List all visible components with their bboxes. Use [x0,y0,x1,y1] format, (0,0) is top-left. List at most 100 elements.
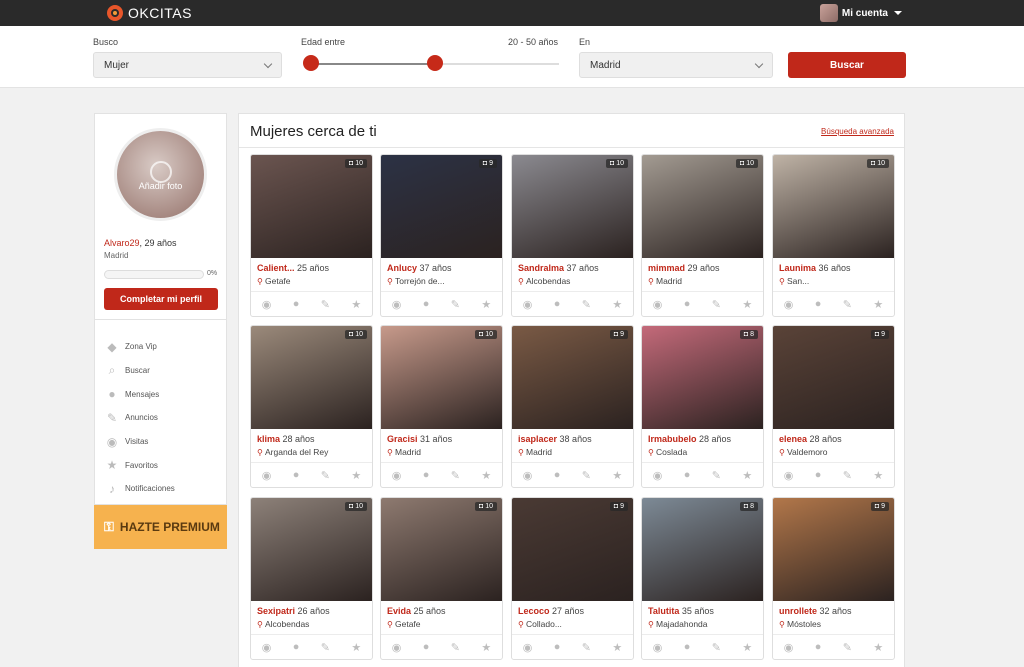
profile-name[interactable]: isaplacer [518,434,557,444]
premium-button[interactable]: ⚿ HAZTE PREMIUM [94,505,227,549]
star-icon[interactable]: ★ [742,469,752,482]
eye-icon[interactable]: ◉ [784,298,794,311]
profile-name[interactable]: Talutita [648,606,679,616]
eye-icon[interactable]: ◉ [784,469,794,482]
profile-name[interactable]: elenea [779,434,807,444]
chat-icon[interactable]: ● [815,298,822,310]
profile-card-item[interactable]: ◘ 10 Evida 25 años ⚲ Getafe ◉ ● ✎ ★ [380,497,503,660]
pin-icon[interactable]: ✎ [582,298,591,311]
profile-photo[interactable]: ◘ 10 [512,155,633,258]
profile-name[interactable]: Anlucy [387,263,417,273]
eye-icon[interactable]: ◉ [653,641,663,654]
eye-icon[interactable]: ◉ [262,298,272,311]
profile-photo[interactable]: ◘ 9 [512,498,633,601]
chat-icon[interactable]: ● [554,469,561,481]
star-icon[interactable]: ★ [351,298,361,311]
profile-card-item[interactable]: ◘ 9 unrollete 32 años ⚲ Móstoles ◉ ● ✎ ★ [772,497,895,660]
chat-icon[interactable]: ● [684,641,691,653]
star-icon[interactable]: ★ [481,298,491,311]
pin-icon[interactable]: ✎ [451,469,460,482]
eye-icon[interactable]: ◉ [523,469,533,482]
profile-photo[interactable]: ◘ 9 [773,326,894,429]
chat-icon[interactable]: ● [293,298,300,310]
pin-icon[interactable]: ✎ [451,641,460,654]
profile-card-item[interactable]: ◘ 9 elenea 28 años ⚲ Valdemoro ◉ ● ✎ ★ [772,325,895,488]
eye-icon[interactable]: ◉ [653,469,663,482]
profile-photo[interactable]: ◘ 10 [381,326,502,429]
profile-photo[interactable]: ◘ 10 [251,498,372,601]
sidebar-item-visitas[interactable]: ◉ Visitas [95,430,226,454]
profile-name[interactable]: Sandralma [518,263,564,273]
profile-photo[interactable]: ◘ 9 [512,326,633,429]
profile-card-item[interactable]: ◘ 10 Calient... 25 años ⚲ Getafe ◉ ● ✎ ★ [250,154,373,317]
eye-icon[interactable]: ◉ [523,641,533,654]
profile-photo[interactable]: ◘ 10 [381,498,502,601]
pin-icon[interactable]: ✎ [321,469,330,482]
profile-card-item[interactable]: ◘ 10 mimmad 29 años ⚲ Madrid ◉ ● ✎ ★ [641,154,764,317]
profile-card-item[interactable]: ◘ 10 Sandralma 37 años ⚲ Alcobendas ◉ ● ✎ ★ [511,154,634,317]
profile-username[interactable]: Alvaro29 [104,238,140,248]
eye-icon[interactable]: ◉ [262,641,272,654]
profile-card-item[interactable]: ◘ 10 Gracisi 31 años ⚲ Madrid ◉ ● ✎ ★ [380,325,503,488]
complete-profile-button[interactable]: Completar mi perfil [104,288,218,310]
chat-icon[interactable]: ● [293,641,300,653]
profile-photo[interactable]: ◘ 9 [773,498,894,601]
en-select[interactable]: Madrid [579,52,773,78]
star-icon[interactable]: ★ [873,298,883,311]
chat-icon[interactable]: ● [815,469,822,481]
sidebar-item-mensajes[interactable]: ● Mensajes [95,382,226,406]
profile-card-item[interactable]: ◘ 9 Lecoco 27 años ⚲ Collado... ◉ ● ✎ ★ [511,497,634,660]
eye-icon[interactable]: ◉ [392,641,402,654]
profile-name[interactable]: Gracisi [387,434,418,444]
pin-icon[interactable]: ✎ [712,298,721,311]
profile-name[interactable]: klima [257,434,280,444]
star-icon[interactable]: ★ [742,298,752,311]
age-slider-min-handle[interactable] [303,55,319,71]
eye-icon[interactable]: ◉ [262,469,272,482]
chat-icon[interactable]: ● [423,641,430,653]
profile-photo[interactable]: ◘ 9 [381,155,502,258]
pin-icon[interactable]: ✎ [843,641,852,654]
eye-icon[interactable]: ◉ [653,298,663,311]
eye-icon[interactable]: ◉ [523,298,533,311]
star-icon[interactable]: ★ [873,641,883,654]
profile-name[interactable]: Launima [779,263,816,273]
sidebar-item-anuncios[interactable]: ✎ Anuncios [95,406,226,430]
pin-icon[interactable]: ✎ [582,641,591,654]
eye-icon[interactable]: ◉ [392,298,402,311]
brand[interactable]: OKCITAS [107,3,192,23]
profile-card-item[interactable]: ◘ 8 Irmabubelo 28 años ⚲ Coslada ◉ ● ✎ ★ [641,325,764,488]
star-icon[interactable]: ★ [612,298,622,311]
profile-photo[interactable]: ◘ 8 [642,498,763,601]
pin-icon[interactable]: ✎ [843,298,852,311]
profile-photo[interactable]: ◘ 10 [251,155,372,258]
profile-card-item[interactable]: ◘ 10 Launima 36 años ⚲ San... ◉ ● ✎ ★ [772,154,895,317]
pin-icon[interactable]: ✎ [321,298,330,311]
chat-icon[interactable]: ● [684,298,691,310]
profile-card-item[interactable]: ◘ 10 klima 28 años ⚲ Arganda del Rey ◉ ● ✎ ★ [250,325,373,488]
advanced-search-link[interactable]: Búsqueda avanzada [821,127,894,136]
age-slider-max-handle[interactable] [427,55,443,71]
profile-name[interactable]: Sexipatri [257,606,295,616]
account-menu[interactable]: Mi cuenta [819,3,902,23]
profile-name[interactable]: Lecoco [518,606,550,616]
add-photo-button[interactable]: Añadir foto [114,128,207,221]
star-icon[interactable]: ★ [481,469,491,482]
pin-icon[interactable]: ✎ [451,298,460,311]
star-icon[interactable]: ★ [481,641,491,654]
profile-card-item[interactable]: ◘ 8 Talutita 35 años ⚲ Majadahonda ◉ ● ✎ ★ [641,497,764,660]
chat-icon[interactable]: ● [423,469,430,481]
sidebar-item-notificaciones[interactable]: ♪ Notificaciones [95,477,226,501]
profile-name[interactable]: Evida [387,606,411,616]
profile-name[interactable]: Irmabubelo [648,434,697,444]
pin-icon[interactable]: ✎ [582,469,591,482]
profile-name[interactable]: Calient... [257,263,295,273]
chat-icon[interactable]: ● [554,298,561,310]
chat-icon[interactable]: ● [293,469,300,481]
pin-icon[interactable]: ✎ [712,641,721,654]
star-icon[interactable]: ★ [351,469,361,482]
pin-icon[interactable]: ✎ [321,641,330,654]
search-button[interactable]: Buscar [788,52,906,78]
profile-card-item[interactable]: ◘ 9 Anlucy 37 años ⚲ Torrejón de... ◉ ● ✎ ★ [380,154,503,317]
profile-card-item[interactable]: ◘ 9 isaplacer 38 años ⚲ Madrid ◉ ● ✎ ★ [511,325,634,488]
